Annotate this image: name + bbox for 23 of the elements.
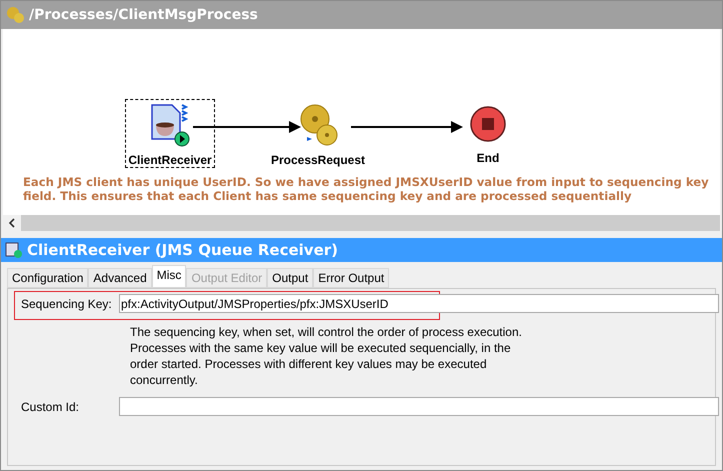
- panel-title: ClientReceiver (JMS Queue Receiver): [27, 240, 338, 261]
- process-node[interactable]: ProcessRequest: [273, 99, 363, 168]
- tab[interactable]: Error Output: [313, 268, 390, 288]
- node-label: ClientReceiver: [128, 152, 212, 169]
- input-field[interactable]: pfx:ActivityOutput/JMSProperties/pfx:JMSXUserID: [119, 294, 719, 313]
- field-label: Sequencing Key:: [20, 296, 113, 313]
- horizontal-scrollbar[interactable]: [3, 215, 720, 231]
- scroll-left-icon[interactable]: [3, 215, 21, 231]
- node-label: ProcessRequest: [270, 152, 366, 169]
- tab[interactable]: Misc: [152, 265, 186, 288]
- tab[interactable]: Output: [267, 268, 314, 288]
- process-node[interactable]: ClientReceiver: [125, 99, 215, 168]
- annotation-note: Each JMS client has unique UserID. So we have assigned JMSXUserID value from input to sequencing key field. This ensures that each Client has same sequencing key and are processed sequentially: [23, 175, 710, 203]
- field-label: Custom Id:: [20, 399, 80, 416]
- process-node[interactable]: End: [443, 99, 533, 168]
- receiver-icon: [5, 242, 23, 258]
- help-text: The sequencing key, when set, will control the order of process execution. Processes with the same key value will be executed sequencially, in the order started. Processes with different key values may be executed concurrently.: [130, 324, 523, 388]
- node-label: End: [476, 150, 500, 167]
- window-title: /Processes/ClientMsgProcess: [29, 6, 258, 24]
- tab[interactable]: Configuration: [7, 268, 88, 288]
- tab[interactable]: Advanced: [88, 268, 152, 288]
- stop-icon: [469, 105, 507, 143]
- input-field[interactable]: [119, 397, 719, 416]
